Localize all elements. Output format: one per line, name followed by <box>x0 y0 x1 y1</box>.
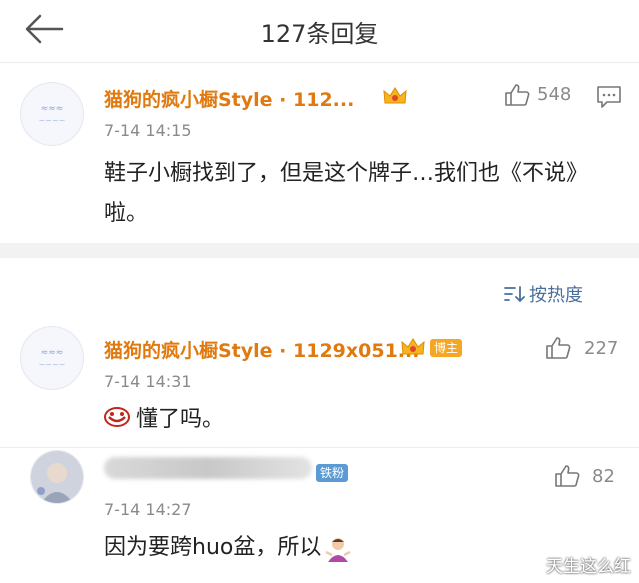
svg-text:≈≈≈: ≈≈≈ <box>41 348 64 358</box>
reply-text: 因为要跨huo盆，所以 <box>104 535 322 560</box>
like-count: 227 <box>584 338 619 359</box>
reply-time: 7-14 14:27 <box>104 500 192 519</box>
blurred-username <box>104 457 312 479</box>
iron-fan-badge: 铁粉 <box>316 464 349 482</box>
person-shrugging-emoji-icon <box>325 536 351 566</box>
svg-text:≈≈≈: ≈≈≈ <box>41 104 64 114</box>
comment-username[interactable]: 猫狗的疯小橱Style · 112... <box>104 85 354 112</box>
like-count: 82 <box>592 466 615 487</box>
top-bar: 127条回复 <box>0 0 639 60</box>
comment-text: 鞋子小橱找到了，但是这个牌子…我们也《不说》啦。 <box>104 161 589 226</box>
comment-icon[interactable] <box>596 85 622 109</box>
avatar[interactable] <box>30 450 84 504</box>
shy-face-emoji-icon <box>104 405 130 433</box>
thumbs-up-icon[interactable] <box>554 464 580 488</box>
avatar[interactable]: ≈≈≈ ~~~~ <box>20 326 84 390</box>
section-divider <box>0 243 639 258</box>
sort-icon <box>504 286 525 303</box>
comment-time: 7-14 14:15 <box>104 121 192 140</box>
sort-by-hot-button[interactable]: 按热度 <box>503 280 583 308</box>
header-divider <box>0 62 639 63</box>
svg-text:~~~~: ~~~~ <box>39 116 66 125</box>
sort-label: 按热度 <box>529 285 583 306</box>
vip-crown-icon <box>382 85 408 107</box>
avatar[interactable]: ≈≈≈ ~~~~ <box>20 82 84 146</box>
reply-username[interactable]: 猫狗的疯小橱Style · 1129x051... <box>104 336 419 363</box>
reply-divider <box>0 447 639 448</box>
thumbs-up-icon[interactable] <box>504 83 530 107</box>
watermark: 天生这么红 <box>546 557 631 577</box>
blogger-badge: 博主 <box>430 339 463 357</box>
vip-crown-icon <box>400 336 426 358</box>
like-count: 548 <box>537 84 572 105</box>
page-title: 127条回复 <box>260 20 379 48</box>
thumbs-up-icon[interactable] <box>545 336 571 360</box>
reply-text: 懂了吗。 <box>136 407 225 432</box>
svg-text:~~~~: ~~~~ <box>39 360 66 369</box>
reply-time: 7-14 14:31 <box>104 372 192 391</box>
